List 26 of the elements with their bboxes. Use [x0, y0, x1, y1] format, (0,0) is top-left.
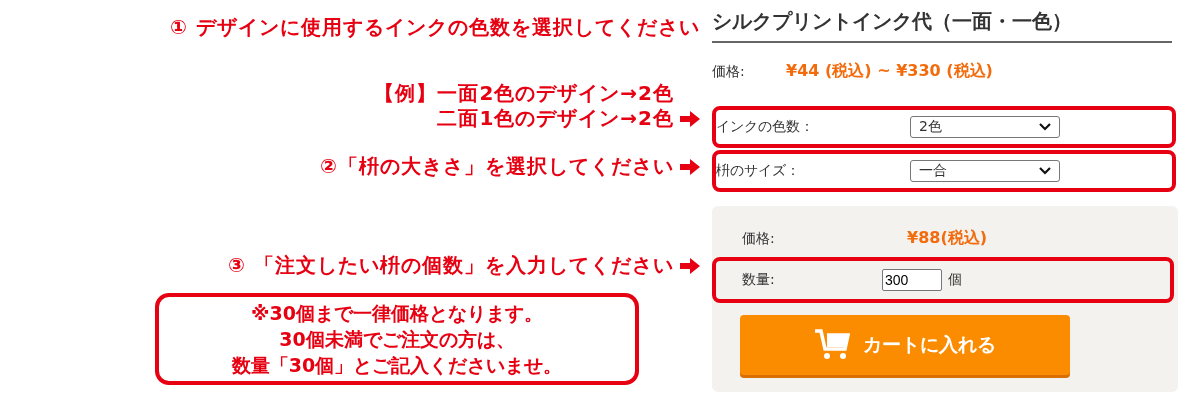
price-label: 価格:	[742, 229, 776, 248]
product-title: シルクプリントインク代（一面・一色）	[712, 0, 1172, 43]
option-label: 枡のサイズ：	[716, 162, 801, 180]
chevron-icon	[1039, 167, 1051, 175]
instruction-text: ③ 「注文したい枡の個数」を入力してください	[228, 252, 674, 279]
note-text: 数量「30個」とご記入くださいませ。	[231, 353, 563, 378]
option-label: インクの色数：	[716, 118, 815, 136]
quantity-label: 数量:	[741, 271, 776, 289]
example-text: 【例】一面2色のデザイン→2色	[374, 81, 674, 106]
instruction-text: ②「枡の大きさ」を選択してください	[320, 153, 674, 180]
note-text: ※30個まで一律価格となります。	[251, 301, 543, 326]
price-value: ¥88(税込)	[907, 228, 988, 249]
cart-icon	[814, 329, 851, 361]
option-select[interactable]: 2色	[910, 116, 1060, 138]
note-text: 30個未満でご注文の方は、	[279, 327, 515, 352]
arrow-icon	[680, 158, 700, 175]
quantity-field[interactable]: 300	[882, 269, 942, 291]
arrow-icon	[680, 110, 700, 127]
price-range: ¥44 (税込) ~ ¥330 (税込)	[786, 61, 993, 82]
option-select[interactable]: 一合	[910, 160, 1060, 182]
unit-label: 個	[948, 271, 962, 289]
chevron-icon	[1039, 123, 1051, 131]
price-label: 価格:	[712, 62, 746, 81]
arrow-icon	[680, 257, 700, 274]
example-text: 二面1色のデザイン→2色	[437, 106, 674, 131]
instruction-text: ① デザインに使用するインクの色数を選択してください	[170, 14, 700, 41]
